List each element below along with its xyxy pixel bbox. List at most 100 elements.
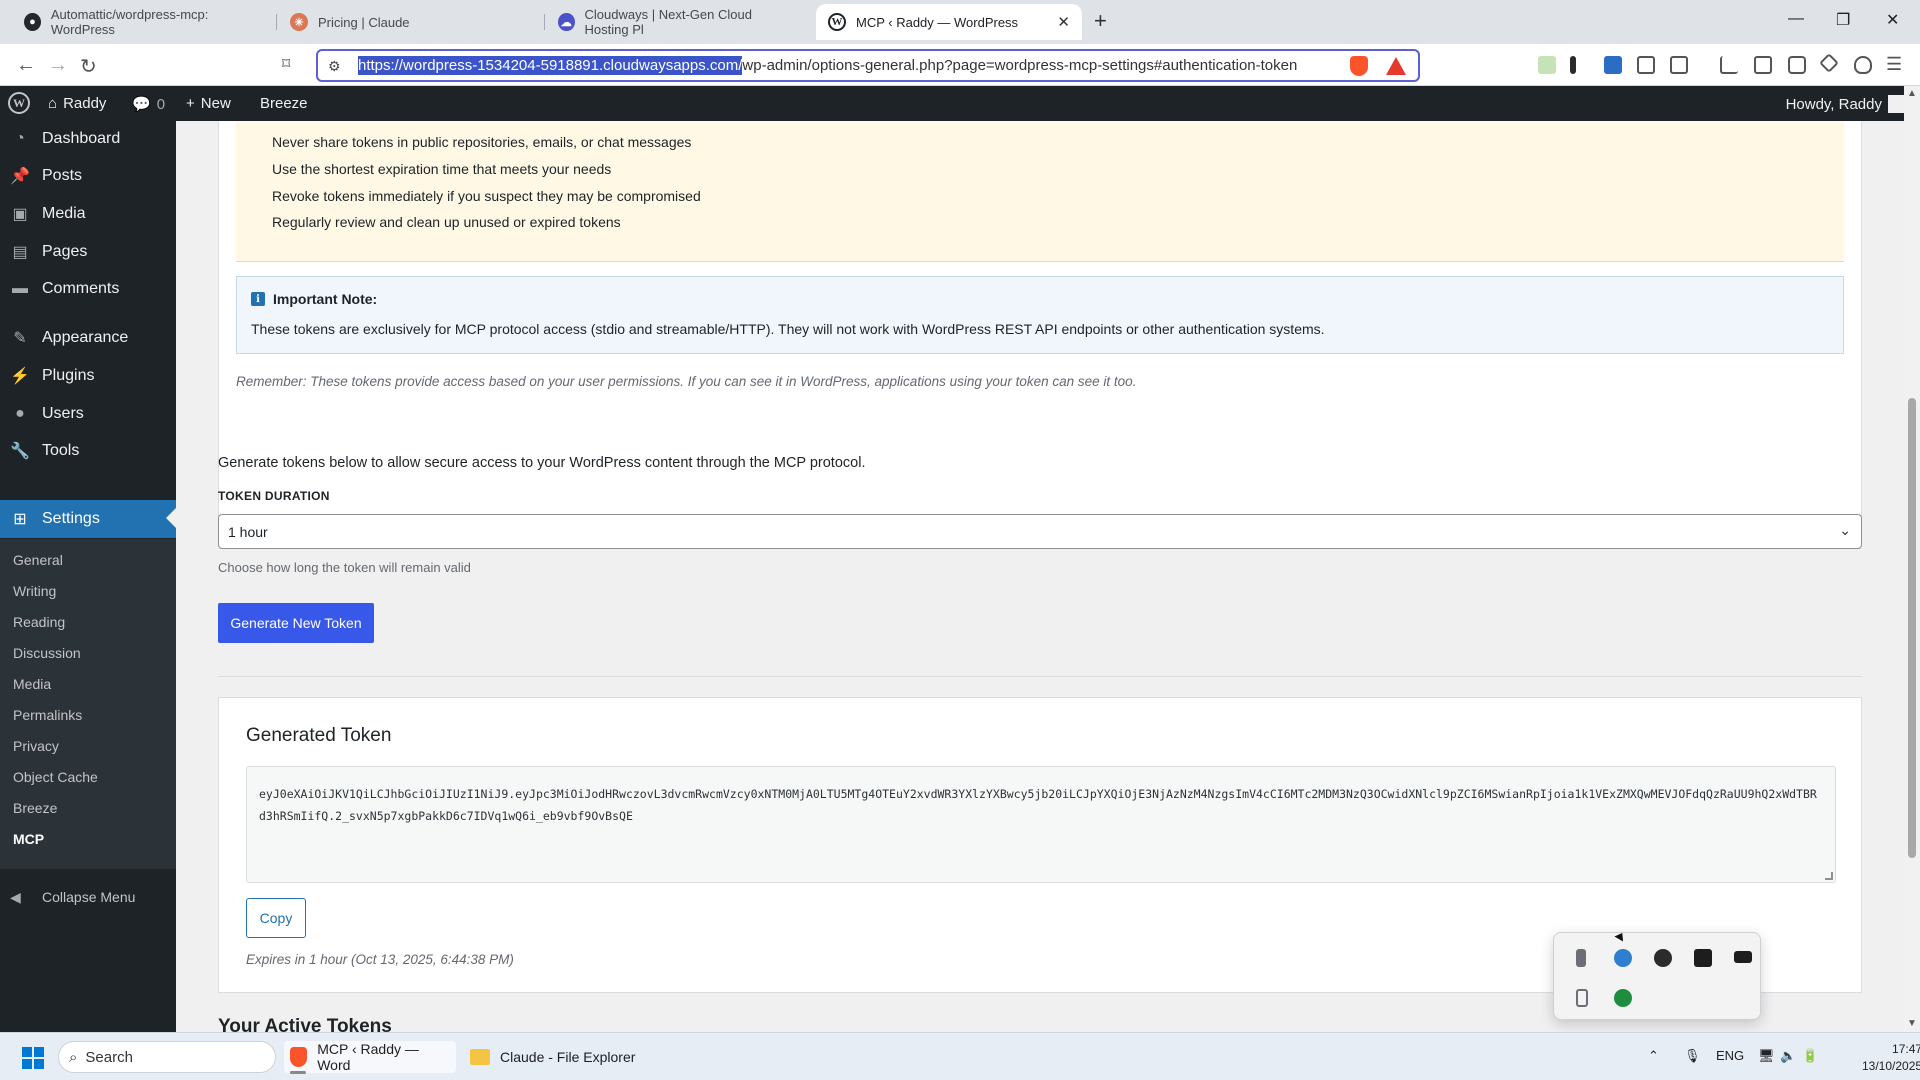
tab-github[interactable]: ● Automattic/wordpress-mcp: WordPress (12, 4, 274, 40)
windows-taskbar: ⌕ Search MCP ‹ Raddy — Word Claude - Fil… (0, 1032, 1920, 1080)
tab-wordpress-mcp[interactable]: W MCP ‹ Raddy — WordPress ✕ (816, 4, 1082, 40)
start-button[interactable] (22, 1047, 44, 1069)
sync-icon[interactable] (1614, 949, 1632, 967)
submenu-privacy[interactable]: Privacy (13, 738, 59, 754)
sidebar-item-settings[interactable]: ⊞ Settings (0, 500, 176, 538)
system-clock[interactable]: 17:47 13/10/2025 (1862, 1041, 1920, 1075)
new-tab-icon[interactable]: + (1094, 8, 1107, 34)
new-content-link[interactable]: + New (186, 95, 231, 112)
microphone-icon[interactable]: 🎙 (1684, 1048, 1701, 1064)
tray-overflow-chevron-icon[interactable]: ⌃ (1648, 1048, 1659, 1064)
active-tokens-heading: Your Active Tokens (218, 1016, 392, 1032)
submenu-permalinks[interactable]: Permalinks (13, 707, 82, 723)
brave-shields-icon[interactable] (1350, 56, 1368, 76)
tab-claude[interactable]: ✳ Pricing | Claude (278, 4, 540, 40)
pen-icon[interactable] (1570, 56, 1576, 74)
address-bar[interactable]: ⚙ https://wordpress-1534204-5918891.clou… (316, 49, 1420, 82)
sidebar-item-plugins[interactable]: ⚡ Plugins (0, 358, 176, 394)
usb-icon[interactable] (1576, 949, 1586, 967)
generate-token-button[interactable]: Generate New Token (218, 603, 374, 643)
important-note-box: i Important Note: These tokens are exclu… (236, 276, 1844, 354)
minimize-icon[interactable]: — (1788, 10, 1804, 28)
x-app-icon[interactable] (1694, 949, 1712, 967)
bookmark-icon[interactable]: ⌑ (282, 54, 290, 74)
close-window-icon[interactable]: ✕ (1886, 10, 1899, 30)
sidebar-item-appearance[interactable]: ✎ Appearance (0, 320, 176, 356)
battery-device-icon[interactable] (1576, 989, 1588, 1007)
taskbar-app-explorer[interactable]: Claude - File Explorer (464, 1041, 644, 1073)
battery-icon[interactable]: 🔋 (1802, 1048, 1818, 1064)
vpn-icon[interactable] (1854, 56, 1872, 74)
volume-icon[interactable]: 🔈 (1780, 1048, 1796, 1064)
restore-icon[interactable]: ❐ (1836, 10, 1850, 30)
sidebar-item-media[interactable]: ▣ Media (0, 196, 176, 232)
selected-duration: 1 hour (228, 523, 268, 540)
network-icon[interactable]: 🖥 (1758, 1048, 1775, 1064)
reload-icon[interactable]: ↻ (80, 54, 97, 79)
page-scrollbar[interactable]: ▲ ▼ (1904, 86, 1920, 1032)
token-textarea[interactable]: eyJ0eXAiOiJKV1QiLCJhbGciOiJIUzI1NiJ9.eyJ… (246, 766, 1836, 883)
sidebar-item-label: Tools (42, 442, 80, 459)
brave-rewards-icon[interactable] (1386, 57, 1406, 75)
token-value: eyJ0eXAiOiJKV1QiLCJhbGciOiJIUzI1NiJ9.eyJ… (259, 787, 1817, 823)
scroll-down-icon[interactable]: ▼ (1907, 1018, 1917, 1029)
scroll-thumb[interactable] (1908, 398, 1916, 858)
wp-logo-menu[interactable]: W (8, 92, 30, 114)
tray-overflow-popup (1553, 932, 1761, 1020)
breeze-link[interactable]: Breeze (260, 95, 308, 112)
sidebar-item-dashboard[interactable]: ◔ Dashboard (0, 121, 176, 157)
sidebar-icon[interactable] (1754, 56, 1772, 74)
submenu-discussion[interactable]: Discussion (13, 645, 81, 661)
sidebar-item-pages[interactable]: ▤ Pages (0, 234, 176, 270)
screenshot-icon[interactable] (1670, 56, 1688, 74)
github-icon: ● (24, 13, 41, 31)
media-icon: ▣ (12, 206, 28, 223)
media-icon[interactable] (1720, 56, 1738, 74)
taskbar-search[interactable]: ⌕ Search (58, 1041, 276, 1073)
submenu-mcp[interactable]: MCP (13, 831, 44, 847)
submenu-reading[interactable]: Reading (13, 614, 65, 630)
token-duration-select[interactable]: 1 hour ⌄ (218, 514, 1862, 549)
pages-icon: ▤ (12, 244, 28, 261)
back-icon[interactable]: ← (16, 54, 36, 77)
active-indicator (290, 1071, 306, 1074)
terminal-icon[interactable] (1734, 951, 1752, 963)
leo-ai-icon[interactable] (1819, 53, 1839, 73)
copy-button[interactable]: Copy (246, 898, 306, 938)
wrench-icon: 🔧 (10, 443, 30, 460)
tab-cloudways[interactable]: ☁ Cloudways | Next-Gen Cloud Hosting Pl (546, 4, 808, 40)
app-tray-icon[interactable] (1654, 949, 1672, 967)
submenu-writing[interactable]: Writing (13, 583, 56, 599)
security-shield-icon[interactable] (1614, 989, 1632, 1007)
close-tab-icon[interactable]: ✕ (1057, 13, 1070, 31)
submenu-object-cache[interactable]: Object Cache (13, 769, 98, 785)
comments-icon: ▬ (12, 280, 28, 297)
sidebar-item-label: Pages (42, 243, 88, 260)
comments-link[interactable]: 💬 0 (132, 95, 165, 114)
wallet-icon[interactable] (1788, 56, 1806, 74)
note-title-text: Important Note: (273, 291, 378, 307)
tab-label: Cloudways | Next-Gen Cloud Hosting Pl (584, 7, 752, 37)
admin-sidebar: ◔ Dashboard 📌 Posts ▣ Media ▤ Pages ▬ Co… (0, 121, 176, 1032)
sidebar-item-comments[interactable]: ▬ Comments (0, 271, 176, 307)
submenu-media[interactable]: Media (13, 676, 51, 692)
account-menu[interactable]: Howdy, Raddy (1786, 95, 1906, 113)
language-indicator[interactable]: ENG (1716, 1048, 1744, 1063)
sidebar-item-users[interactable]: ● Users (0, 396, 176, 432)
puzzle-icon[interactable] (1637, 56, 1655, 74)
resize-handle-icon[interactable] (1825, 872, 1833, 880)
extension-icon[interactable] (1538, 56, 1556, 74)
site-settings-icon[interactable]: ⚙ (328, 58, 341, 75)
sidebar-item-tools[interactable]: 🔧 Tools (0, 433, 176, 469)
collapse-menu-button[interactable]: ◀ Collapse Menu (0, 879, 176, 915)
howdy-text: Howdy, Raddy (1785, 95, 1882, 113)
forward-icon[interactable]: → (48, 54, 68, 77)
translate-icon[interactable] (1604, 56, 1622, 74)
menu-icon[interactable]: ☰ (1886, 54, 1902, 75)
submenu-general[interactable]: General (13, 552, 63, 568)
scroll-up-icon[interactable]: ▲ (1907, 88, 1917, 99)
submenu-breeze[interactable]: Breeze (13, 800, 57, 816)
sidebar-item-posts[interactable]: 📌 Posts (0, 158, 176, 194)
taskbar-app-brave[interactable]: MCP ‹ Raddy — Word (284, 1041, 456, 1074)
site-name-link[interactable]: ⌂ Raddy (48, 95, 106, 112)
